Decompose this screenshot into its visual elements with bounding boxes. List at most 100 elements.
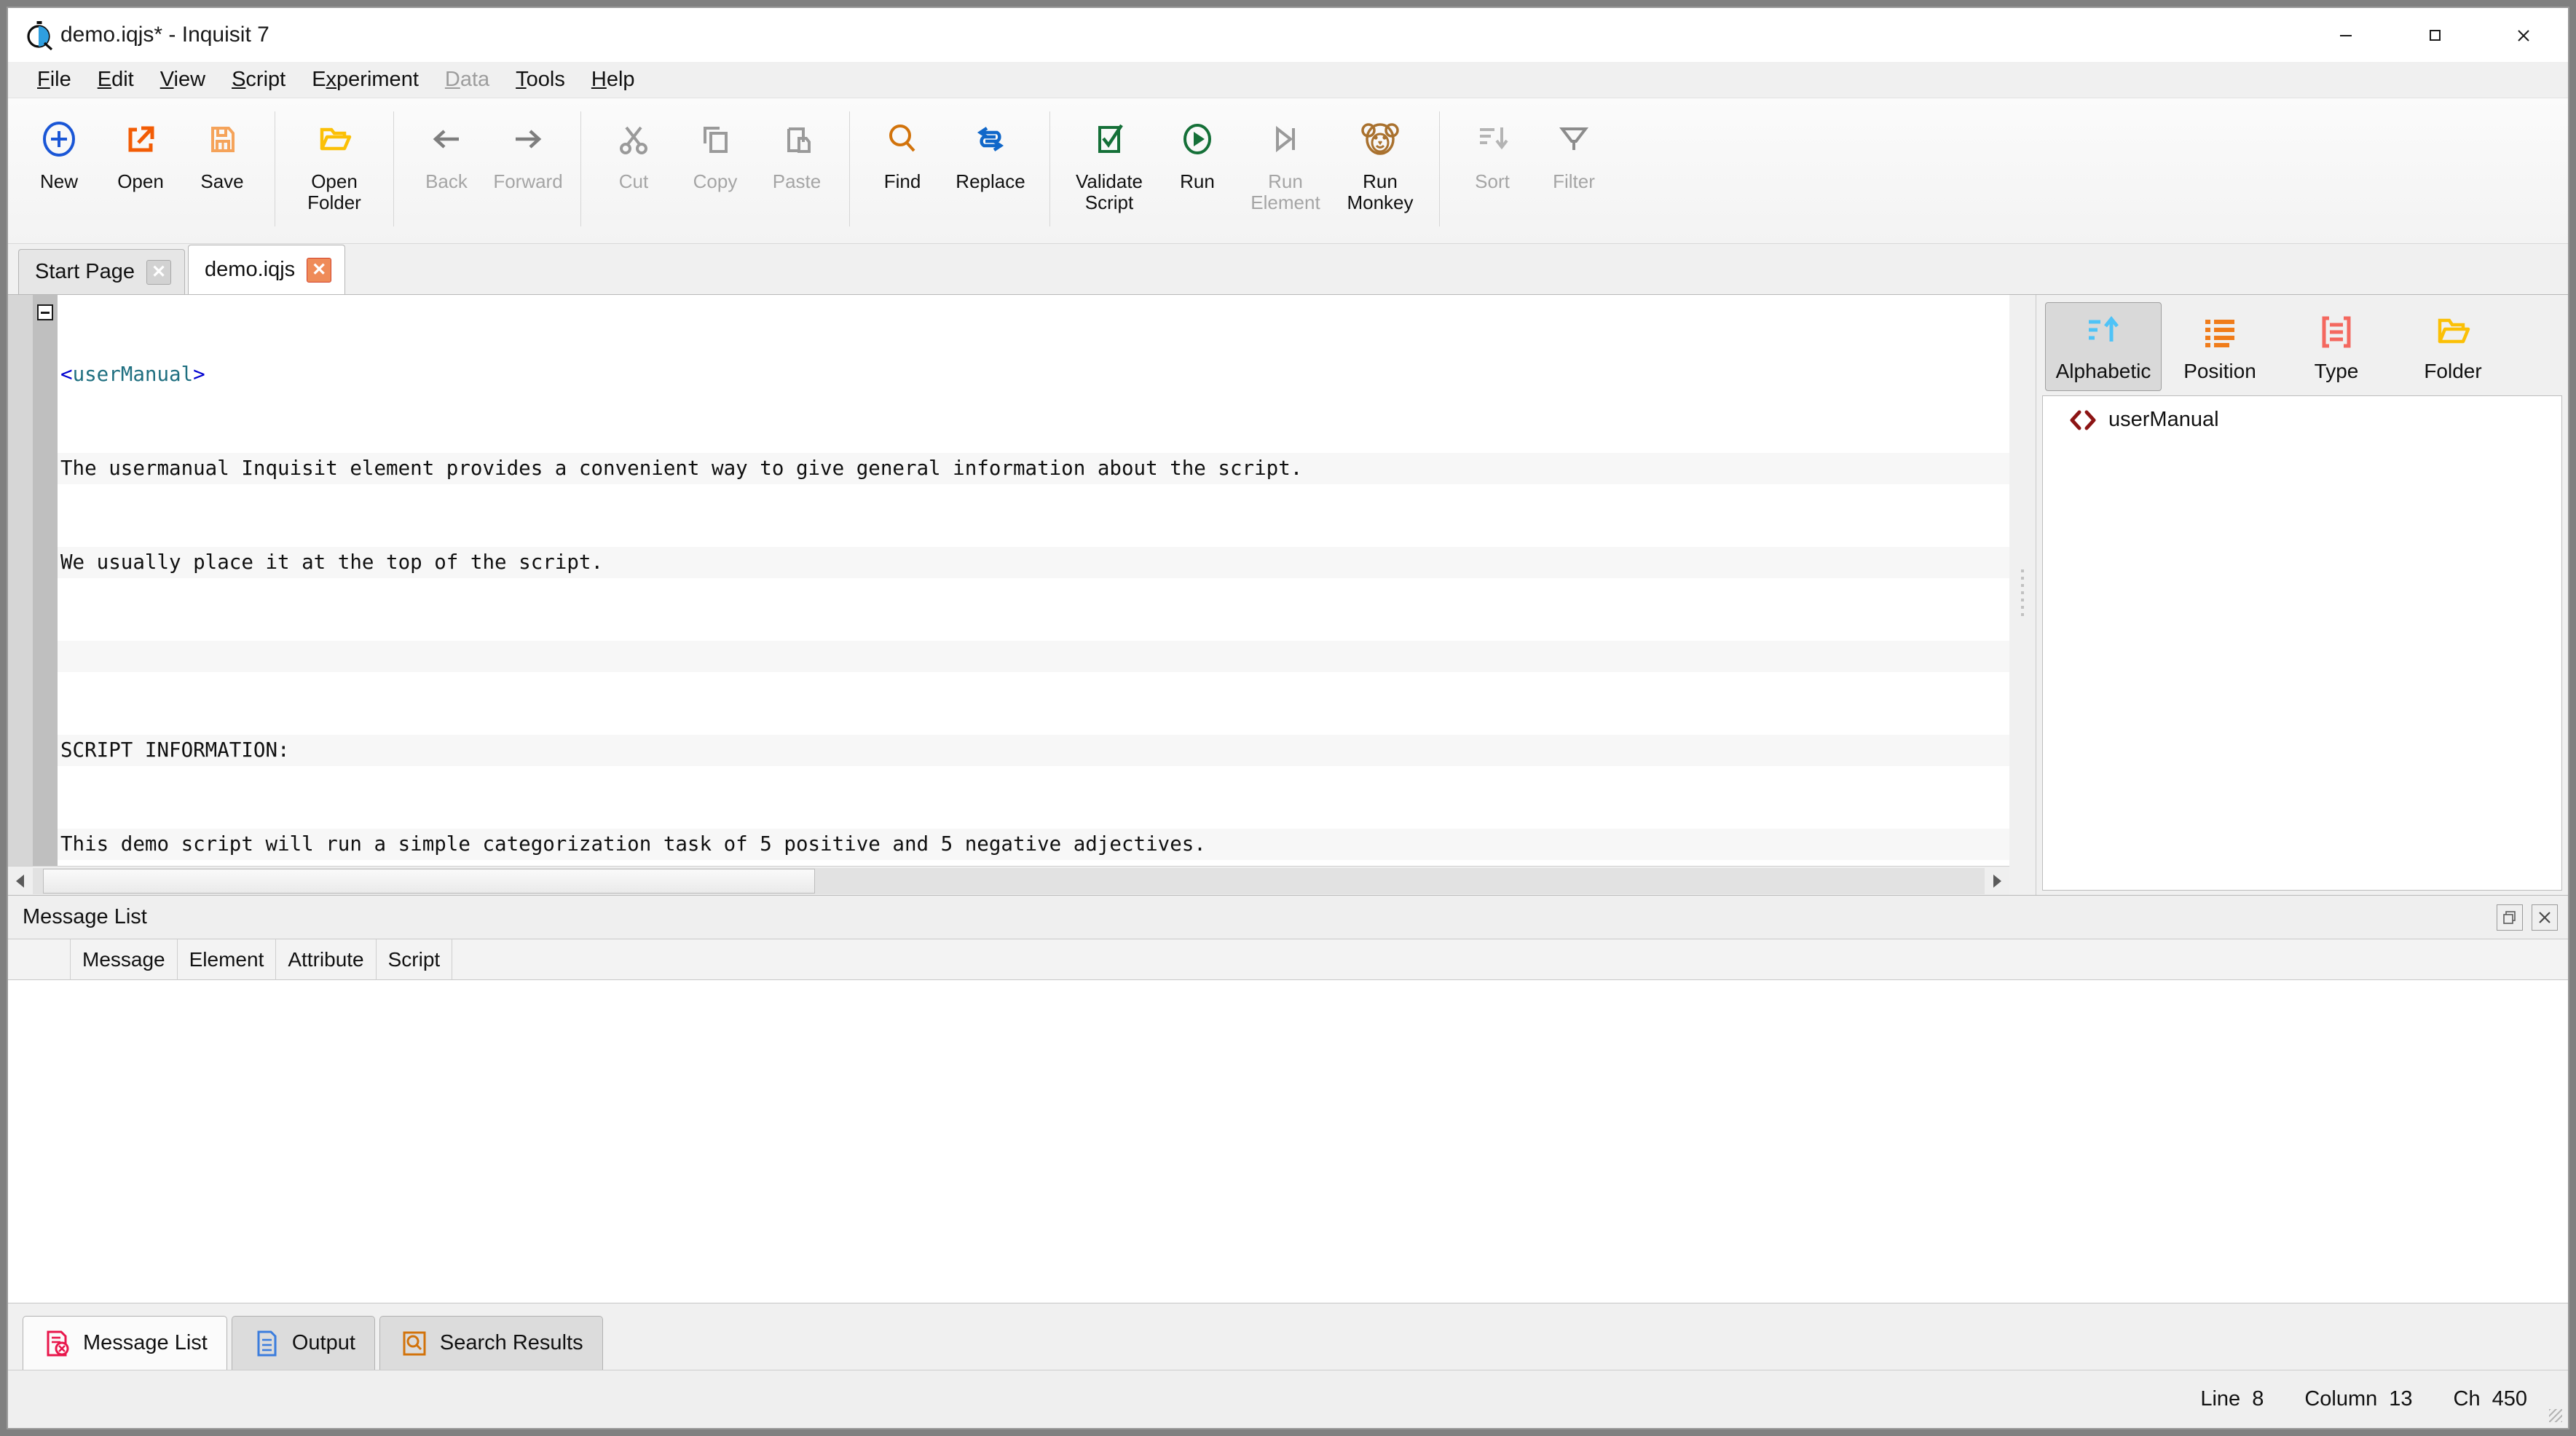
scrollbar-track[interactable] (33, 867, 1985, 894)
checklist-icon (1090, 116, 1129, 162)
title-bar-left: demo.iqjs* - Inquisit 7 (8, 20, 269, 51)
funnel-icon (1554, 116, 1594, 162)
view-tab-folder[interactable]: Folder (2395, 302, 2511, 391)
element-list[interactable]: userManual (2042, 395, 2562, 891)
menu-item-view[interactable]: View (147, 66, 218, 93)
close-icon[interactable]: ✕ (307, 257, 332, 283)
find-button[interactable]: Find (862, 109, 943, 192)
view-tab-type-label: Type (2314, 360, 2359, 382)
close-icon[interactable] (2532, 904, 2558, 931)
sort-alpha-ascending-icon (2084, 310, 2122, 352)
close-icon[interactable]: ✕ (146, 259, 172, 285)
bullet-list-icon (2201, 310, 2239, 352)
editor-fold-gutter[interactable] (33, 295, 58, 866)
scissors-icon (614, 116, 653, 162)
cut-button-label: Cut (618, 170, 649, 192)
bottom-tab-message-list[interactable]: Message List (23, 1316, 227, 1370)
resize-grip-icon[interactable] (2549, 1409, 2562, 1422)
inquisit-stopwatch-logo-icon (24, 20, 55, 51)
editor-horizontal-scrollbar[interactable] (8, 866, 2009, 895)
title-bar: demo.iqjs* - Inquisit 7 (8, 8, 2568, 62)
view-tab-position[interactable]: Position (2162, 302, 2278, 391)
inquisit-main-window: demo.iqjs* - Inquisit 7 File Edit View S… (7, 7, 2569, 1429)
new-button-label: New (39, 170, 78, 192)
scrollbar-thumb[interactable] (43, 868, 815, 893)
message-list-panel: Message List Message Element Attribute S… (8, 895, 2568, 1303)
run-button[interactable]: Run (1157, 109, 1238, 192)
run-monkey-button[interactable]: Run Monkey (1333, 109, 1427, 213)
arrow-left-icon (427, 116, 466, 162)
menu-item-file[interactable]: File (24, 66, 84, 93)
copy-icon (696, 116, 735, 162)
tab-start-page[interactable]: Start Page ✕ (18, 249, 186, 294)
save-button[interactable]: Save (181, 109, 263, 192)
column-header-select[interactable] (8, 939, 71, 980)
replace-button[interactable]: Replace (943, 109, 1038, 192)
view-tab-type[interactable]: Type (2278, 302, 2395, 391)
find-button-label: Find (883, 170, 921, 192)
open-folder-button[interactable]: Open Folder (287, 109, 382, 213)
message-panel-header-buttons (2497, 904, 2558, 931)
vertical-splitter[interactable] (2009, 295, 2036, 895)
code-brackets-icon (2068, 409, 2098, 432)
column-header-element[interactable]: Element (178, 939, 277, 980)
menu-item-tools[interactable]: Tools (503, 66, 578, 93)
code-text-area[interactable]: <userManual> The usermanual Inquisit ele… (58, 295, 2009, 866)
message-list-rows[interactable] (8, 980, 2568, 1303)
tab-demo-iqjs[interactable]: demo.iqjs ✕ (188, 245, 346, 294)
column-header-attribute[interactable]: Attribute (276, 939, 377, 980)
message-panel-header: Message List (8, 896, 2568, 939)
filter-button: Filter (1533, 109, 1615, 192)
play-circle-icon (1178, 116, 1217, 162)
menu-bar: File Edit View Script Experiment Data To… (8, 62, 2568, 98)
list-item[interactable]: userManual (2043, 403, 2561, 436)
back-button-label: Back (425, 170, 468, 192)
menu-item-script[interactable]: Script (218, 66, 299, 93)
menu-item-edit[interactable]: Edit (84, 66, 147, 93)
toolbar-separator (393, 111, 394, 226)
view-tab-folder-label: Folder (2424, 360, 2482, 382)
column-header-message[interactable]: Message (71, 939, 178, 980)
new-button[interactable]: New (18, 109, 100, 192)
view-tab-position-label: Position (2183, 360, 2256, 382)
validate-script-button[interactable]: Validate Script (1062, 109, 1157, 213)
status-column: Column 13 (2304, 1387, 2412, 1411)
window-controls (2301, 8, 2568, 62)
maximize-button[interactable] (2390, 8, 2479, 62)
view-tab-alphabetic[interactable]: Alphabetic (2045, 302, 2162, 391)
status-line: Line 8 (2200, 1387, 2264, 1411)
toolbar-group-folder: Open Folder (287, 109, 382, 237)
tab-demo-iqjs-label: demo.iqjs (205, 258, 296, 281)
open-button-label: Open (117, 170, 164, 192)
collapse-icon[interactable] (37, 304, 53, 320)
bottom-tab-output[interactable]: Output (231, 1316, 375, 1370)
status-ch: Ch 450 (2454, 1387, 2527, 1411)
element-browser-view-tabs: Alphabetic Position Type Folder (2042, 299, 2562, 395)
sort-descending-icon (1473, 116, 1512, 162)
minimize-button[interactable] (2301, 8, 2390, 62)
validate-script-button-label: Validate Script (1075, 170, 1143, 214)
search-results-icon (399, 1329, 430, 1358)
restore-window-icon[interactable] (2497, 904, 2523, 931)
open-button[interactable]: Open (100, 109, 181, 192)
column-header-script[interactable]: Script (377, 939, 453, 980)
forward-button: Forward (487, 109, 569, 192)
code-line: We usually place it at the top of the sc… (58, 547, 2009, 578)
main-toolbar: New Open Save Open Folder Back Forward C… (8, 98, 2568, 244)
save-floppy-icon (202, 116, 242, 162)
arrow-left-icon[interactable] (8, 867, 33, 895)
toolbar-separator (1049, 111, 1050, 226)
status-column-label: Column (2304, 1387, 2378, 1411)
arrow-right-icon[interactable] (1985, 867, 2009, 895)
output-document-icon (251, 1329, 282, 1358)
menu-item-experiment[interactable]: Experiment (299, 66, 432, 93)
main-area: <userManual> The usermanual Inquisit ele… (8, 295, 2568, 895)
bottom-tab-search-results[interactable]: Search Results (379, 1316, 603, 1370)
menu-item-help[interactable]: Help (578, 66, 648, 93)
replace-arrows-icon (971, 116, 1010, 162)
menu-item-data: Data (444, 68, 490, 91)
close-button[interactable] (2479, 8, 2568, 62)
toolbar-group-navigation: Back Forward (406, 109, 569, 237)
toolbar-group-file: New Open Save (18, 109, 263, 237)
filter-button-label: Filter (1553, 170, 1595, 192)
